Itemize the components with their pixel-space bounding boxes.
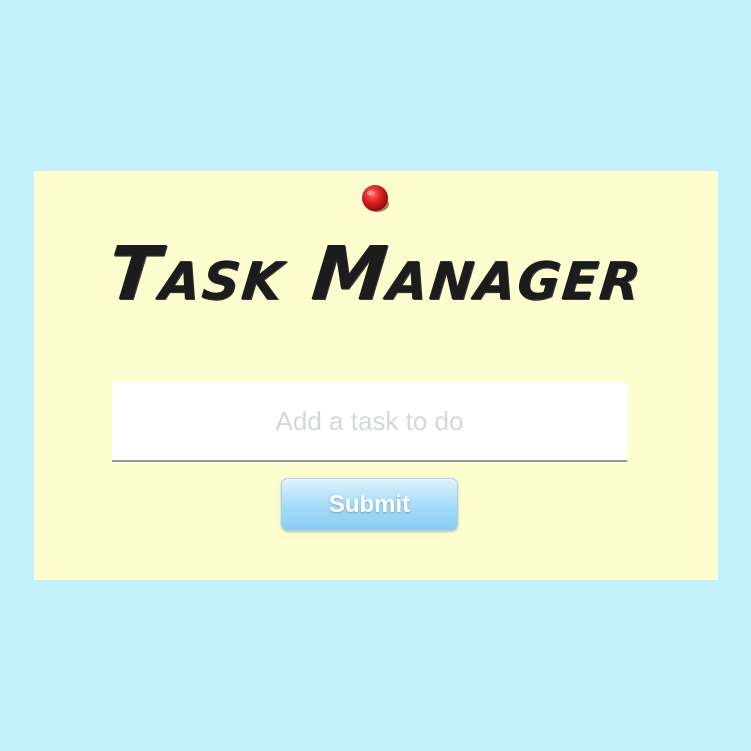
submit-button[interactable]: Submit [281, 478, 458, 531]
push-pin-icon [360, 183, 392, 215]
page-title: Task Manager [103, 231, 648, 317]
task-input[interactable] [112, 382, 627, 462]
